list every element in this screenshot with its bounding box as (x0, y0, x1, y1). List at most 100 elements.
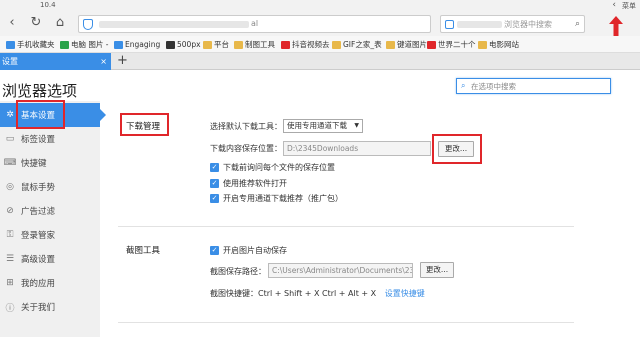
bookmark[interactable]: 键道图片 (386, 39, 427, 50)
screenshot-path-field[interactable]: C:\Users\Administrator\Documents\234 (268, 263, 413, 278)
title-bar: 10.4 ‹ 菜单 (0, 0, 640, 12)
bookmark[interactable]: 手机收藏夹 (6, 39, 55, 50)
home-icon[interactable]: ⌂ (52, 15, 68, 31)
download-path-label: 下载内容保存位置： (210, 144, 282, 153)
bookmark-icon (332, 40, 341, 49)
info-icon: ⓘ (5, 303, 15, 314)
arrow-left-icon[interactable]: ‹ (612, 0, 616, 10)
bookmark[interactable]: 500px (166, 39, 201, 50)
download-tool-label: 选择默认下载工具： (210, 122, 282, 131)
set-hotkey-link[interactable]: 设置快捷键 (385, 289, 425, 298)
bookmark[interactable]: GIF之家_表 (332, 39, 382, 50)
tab-bar: 设置 × + (0, 53, 640, 70)
refresh-icon[interactable]: ↻ (28, 15, 44, 31)
bookmark-icon (166, 40, 175, 49)
sliders-icon: ☰ (5, 254, 15, 264)
apps-icon: ⊞ (6, 278, 14, 288)
settings-sidebar: ✲ 基本设置 ▭ 标签设置 ⌨ 快捷键 ◎ 鼠标手势 ⊘ 广告过滤 ⚿ 登录管家… (0, 101, 106, 337)
bookmark-icon (427, 40, 436, 49)
sidebar-item-label: 我的应用 (21, 279, 56, 289)
options-search-input[interactable] (471, 80, 606, 92)
download-ask-checkbox[interactable]: ✓ 下载前询问每个文件的保存位置 (210, 162, 335, 173)
search-blurred (457, 21, 502, 28)
address-text: al (251, 19, 259, 28)
sidebar-item-login[interactable]: ⚿ 登录管家 (0, 223, 100, 247)
tab-icon: ▭ (5, 134, 15, 144)
search-icon[interactable]: ⌕ (575, 19, 580, 29)
bookmark[interactable]: 世界二十个 (427, 39, 476, 50)
bookmark-icon (281, 40, 290, 49)
check-icon: ✓ (210, 246, 219, 255)
folder-icon (203, 40, 212, 49)
new-tab-button[interactable]: + (117, 53, 128, 68)
tab-label: 设置 (2, 57, 18, 66)
hotkey-label: 截图快捷键： (210, 289, 258, 298)
sidebar-item-gestures[interactable]: ◎ 鼠标手势 (0, 175, 100, 199)
search-icon: ⌕ (461, 81, 466, 90)
hotkey-value: Ctrl + Shift + X Ctrl + Alt + X (258, 289, 377, 298)
folder-icon (386, 40, 395, 49)
download-channel-checkbox[interactable]: ✓ 开启专用通道下载推荐（推广包） (210, 193, 343, 204)
key-icon: ⚿ (6, 230, 14, 240)
search-box[interactable]: 浏览器中搜索 ⌕ (440, 15, 585, 33)
checkbox-label: 使用推荐软件打开 (223, 179, 287, 188)
bookmark-icon (60, 40, 69, 49)
bookmark-icon (6, 40, 15, 49)
download-tool-select[interactable]: 使用专用通道下载 ▼ (283, 119, 363, 133)
red-arrow-annotation (609, 16, 623, 38)
sidebar-item-advanced[interactable]: ☰ 高级设置 (0, 247, 100, 271)
mouse-icon: ◎ (6, 182, 14, 192)
search-query: 浏览器中搜索 (504, 20, 552, 29)
sidebar-item-apps[interactable]: ⊞ 我的应用 (0, 271, 100, 295)
back-icon[interactable]: ‹ (4, 15, 20, 31)
browser-version: 10.4 (40, 1, 56, 9)
sidebar-item-shortcuts[interactable]: ⌨ 快捷键 (0, 151, 100, 175)
screenshot-change-button[interactable]: 更改... (420, 262, 454, 278)
sidebar-item-label: 高级设置 (21, 255, 56, 265)
annotation-box-section (120, 113, 169, 136)
caret-down-icon: ▼ (354, 122, 359, 129)
sidebar-item-label: 鼠标手势 (21, 183, 56, 193)
sidebar-item-label: 标签设置 (21, 135, 56, 145)
address-blurred (99, 21, 249, 28)
annotation-box-change (432, 134, 482, 164)
folder-icon (478, 40, 487, 49)
close-icon[interactable]: × (100, 53, 107, 70)
screenshot-path-label: 截图保存路径： (210, 267, 266, 276)
download-tool-value: 使用专用通道下载 (287, 121, 347, 130)
sidebar-item-label: 广告过滤 (21, 207, 56, 217)
section-divider (118, 322, 574, 323)
bookmark[interactable]: 电脑 图片 - (60, 39, 108, 50)
options-search[interactable]: ⌕ (456, 78, 611, 94)
bookmark[interactable]: Engaging (114, 39, 160, 50)
bookmark[interactable]: 抖音视频去 (281, 39, 330, 50)
check-icon: ✓ (210, 194, 219, 203)
checkbox-label: 开启专用通道下载推荐（推广包） (223, 194, 343, 203)
keyboard-icon: ⌨ (3, 158, 17, 168)
screenshot-section-title: 截图工具 (126, 246, 161, 256)
download-recommended-checkbox[interactable]: ✓ 使用推荐软件打开 (210, 178, 287, 189)
address-bar[interactable]: al (78, 15, 431, 33)
block-icon: ⊘ (6, 206, 14, 216)
sidebar-item-label: 关于我们 (21, 303, 56, 313)
bookmark[interactable]: 电影网站 (478, 39, 519, 50)
search-engine-icon (445, 20, 454, 29)
sidebar-item-label: 登录管家 (21, 231, 56, 241)
checkbox-label: 下载前询问每个文件的保存位置 (223, 163, 335, 172)
tab-settings[interactable]: 设置 × (0, 53, 111, 70)
sidebar-item-about[interactable]: ⓘ 关于我们 (0, 295, 100, 319)
download-path-field[interactable]: D:\2345Downloads (283, 141, 431, 156)
checkbox-label: 开启图片自动保存 (223, 246, 287, 255)
sidebar-item-tabs[interactable]: ▭ 标签设置 (0, 127, 100, 151)
bookmarks-bar: 手机收藏夹 电脑 图片 - Engaging 500px 平台 制图工具 抖音视… (0, 36, 640, 53)
sidebar-item-adblock[interactable]: ⊘ 广告过滤 (0, 199, 100, 223)
check-icon: ✓ (210, 179, 219, 188)
page-title: 浏览器选项 (2, 82, 78, 100)
bookmark[interactable]: 平台 (203, 39, 229, 50)
annotation-box-sidebar (16, 100, 65, 129)
bookmark[interactable]: 制图工具 (234, 39, 275, 50)
section-divider (118, 226, 574, 227)
screenshot-autosave-checkbox[interactable]: ✓ 开启图片自动保存 (210, 245, 287, 256)
menu-button[interactable]: 菜单 (622, 1, 636, 11)
screenshot-hotkey-row: 截图快捷键：Ctrl + Shift + X Ctrl + Alt + X 设置… (210, 288, 425, 299)
